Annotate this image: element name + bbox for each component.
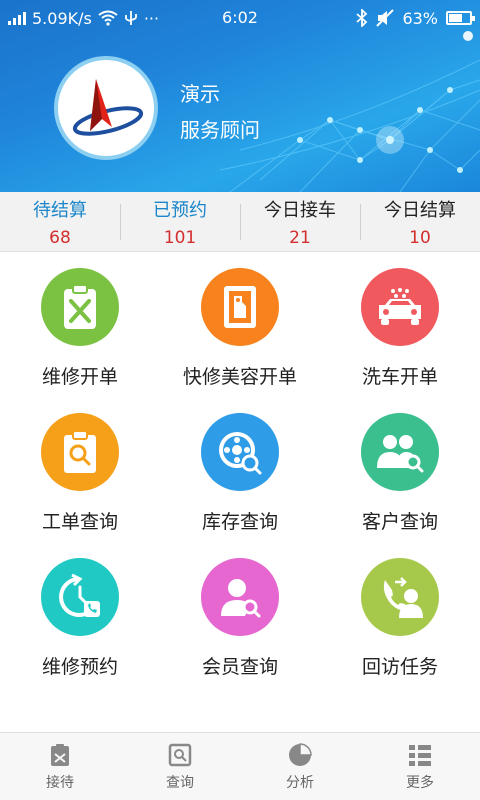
grid-item-label: 工单查询 — [41, 511, 118, 533]
stat-today-received[interactable]: 今日接车 21 — [240, 192, 360, 251]
grid-item-label: 维修预约 — [41, 656, 118, 678]
customer-search-icon — [361, 413, 439, 491]
grid-item-quick-repair-order[interactable]: 快修美容开单 — [160, 254, 320, 399]
nav-query[interactable]: 查询 — [120, 733, 240, 800]
grid-item-repair-order[interactable]: 维修开单 — [0, 254, 160, 399]
nav-label: 接待 — [46, 774, 74, 791]
grid-item-label: 会员查询 — [201, 656, 278, 678]
more-grid-icon — [409, 744, 431, 766]
grid-item-customer-query[interactable]: 客户查询 — [320, 399, 480, 544]
nav-label: 查询 — [166, 774, 194, 791]
appointment-clock-icon — [41, 558, 119, 636]
grid-item-label: 快修美容开单 — [182, 366, 297, 388]
user-role: 服务顾问 — [180, 118, 260, 142]
battery-percent: 63% — [402, 8, 438, 28]
bottom-navigation: 接待 查询 分析 更多 — [0, 732, 480, 800]
grid-item-label: 库存查询 — [201, 511, 278, 533]
grid-item-label: 客户查询 — [361, 511, 438, 533]
user-name: 演示 — [180, 82, 220, 106]
function-grid: 维修开单 快修美容开单 洗车开单 工单查询 库存查询 客户查询 维修预约 会员查… — [0, 254, 480, 689]
bluetooth-icon — [356, 9, 368, 27]
analysis-pie-icon — [289, 742, 312, 766]
mute-icon — [376, 9, 395, 27]
company-logo — [72, 79, 144, 136]
nav-more[interactable]: 更多 — [360, 733, 480, 800]
callback-task-icon — [361, 558, 439, 636]
grid-item-label: 维修开单 — [41, 366, 118, 388]
stat-label: 已预约 — [153, 199, 207, 221]
nav-analysis[interactable]: 分析 — [240, 733, 360, 800]
nav-reception[interactable]: 接待 — [0, 733, 120, 800]
nav-label: 分析 — [286, 774, 314, 791]
grid-item-callback-task[interactable]: 回访任务 — [320, 544, 480, 689]
stat-label: 今日接车 — [264, 199, 336, 221]
header-banner: 5.09K/s ··· 6:02 63% 演示 服务顾问 — [0, 0, 480, 192]
grid-item-car-wash-order[interactable]: 洗车开单 — [320, 254, 480, 399]
app-screen: 5.09K/s ··· 6:02 63% 演示 服务顾问 待结算 68 已预约 … — [0, 0, 480, 800]
grid-item-label: 回访任务 — [361, 656, 438, 678]
inventory-search-icon — [201, 413, 279, 491]
grid-item-member-query[interactable]: 会员查询 — [160, 544, 320, 689]
grid-item-order-query[interactable]: 工单查询 — [0, 399, 160, 544]
stat-value: 101 — [163, 227, 197, 248]
grid-item-repair-appointment[interactable]: 维修预约 — [0, 544, 160, 689]
grid-item-label: 洗车开单 — [361, 366, 438, 388]
quick-repair-icon — [201, 268, 279, 346]
status-bar: 5.09K/s ··· 6:02 63% — [0, 0, 480, 36]
stat-label: 待结算 — [33, 199, 87, 221]
stat-value: 21 — [289, 227, 311, 248]
stat-reserved[interactable]: 已预约 101 — [120, 192, 240, 251]
query-icon — [168, 743, 192, 766]
stat-pending-settlement[interactable]: 待结算 68 — [0, 192, 120, 251]
order-search-icon — [41, 413, 119, 491]
stats-bar: 待结算 68 已预约 101 今日接车 21 今日结算 10 — [0, 192, 480, 252]
repair-clipboard-icon — [41, 268, 119, 346]
avatar[interactable] — [54, 56, 158, 160]
stat-value: 68 — [49, 227, 71, 248]
reception-icon — [51, 743, 69, 766]
battery-icon — [446, 11, 475, 25]
nav-label: 更多 — [406, 774, 434, 791]
member-search-icon — [201, 558, 279, 636]
stat-today-settled[interactable]: 今日结算 10 — [360, 192, 480, 251]
stat-label: 今日结算 — [384, 199, 456, 221]
stat-value: 10 — [409, 227, 431, 248]
grid-item-inventory-query[interactable]: 库存查询 — [160, 399, 320, 544]
car-wash-icon — [361, 268, 439, 346]
